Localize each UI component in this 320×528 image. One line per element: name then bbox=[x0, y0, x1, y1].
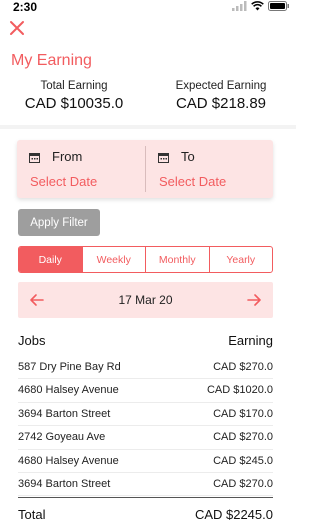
status-bar: 2:30 bbox=[0, 0, 296, 16]
table-header: Jobs Earning bbox=[18, 333, 273, 353]
table-row[interactable]: 587 Dry Pine Bay Rd CAD $270.0 bbox=[18, 356, 273, 380]
from-label: From bbox=[52, 149, 83, 164]
from-date-picker[interactable]: From Select Date bbox=[17, 140, 145, 198]
battery-icon bbox=[268, 1, 289, 11]
date-navigator: 17 Mar 20 bbox=[18, 282, 273, 318]
from-date-placeholder: Select Date bbox=[30, 174, 98, 189]
current-date: 17 Mar 20 bbox=[118, 293, 173, 307]
to-date-picker[interactable]: To Select Date bbox=[146, 140, 274, 198]
job-earning: CAD $270.0 bbox=[213, 431, 273, 444]
job-address: 587 Dry Pine Bay Rd bbox=[18, 361, 121, 373]
total-label: Total bbox=[18, 507, 46, 522]
wifi-icon bbox=[251, 1, 264, 11]
apply-filter-button[interactable]: Apply Filter bbox=[18, 209, 100, 236]
tab-monthly[interactable]: Monthly bbox=[145, 247, 209, 272]
status-icons bbox=[232, 1, 290, 11]
table-row[interactable]: 4680 Halsey Avenue CAD $245.0 bbox=[18, 450, 273, 473]
earnings-table: 587 Dry Pine Bay Rd CAD $270.0 4680 Hals… bbox=[18, 356, 273, 497]
summary-divider bbox=[0, 125, 296, 129]
table-row[interactable]: 3694 Barton Street CAD $170.0 bbox=[18, 403, 273, 427]
total-earning-label: Total Earning bbox=[40, 80, 108, 92]
table-row[interactable]: 3694 Barton Street CAD $270.0 bbox=[18, 473, 273, 497]
job-address: 3694 Barton Street bbox=[18, 477, 111, 490]
job-earning: CAD $170.0 bbox=[213, 407, 273, 420]
total-row: Total CAD $2245.0 bbox=[18, 507, 273, 527]
job-address: 4680 Halsey Avenue bbox=[18, 384, 119, 397]
job-address: 3694 Barton Street bbox=[18, 407, 111, 420]
total-earning-value: CAD $10035.0 bbox=[24, 95, 124, 112]
arrow-right-icon[interactable] bbox=[246, 292, 262, 308]
to-date-placeholder: Select Date bbox=[159, 174, 227, 189]
table-row[interactable]: 2742 Goyeau Ave CAD $270.0 bbox=[18, 426, 273, 450]
job-earning: CAD $1020.0 bbox=[206, 384, 273, 397]
jobs-column-header: Jobs bbox=[18, 333, 46, 348]
job-earning: CAD $245.0 bbox=[213, 454, 273, 467]
close-icon[interactable] bbox=[9, 20, 25, 36]
job-address: 2742 Goyeau Ave bbox=[18, 431, 106, 444]
expected-earning: Expected Earning CAD $218.89 bbox=[164, 80, 278, 112]
date-range-filter: From Select Date To Select Date bbox=[17, 140, 273, 198]
total-earning: Total Earning CAD $10035.0 bbox=[18, 80, 130, 112]
job-address: 4680 Halsey Avenue bbox=[18, 454, 119, 467]
tab-daily[interactable]: Daily bbox=[19, 247, 82, 272]
to-label: To bbox=[181, 149, 195, 164]
earning-column-header: Earning bbox=[228, 333, 273, 348]
tab-yearly[interactable]: Yearly bbox=[208, 247, 273, 272]
calendar-icon bbox=[29, 153, 40, 163]
job-earning: CAD $270.0 bbox=[213, 477, 273, 490]
table-row[interactable]: 4680 Halsey Avenue CAD $1020.0 bbox=[18, 379, 273, 403]
signal-icon bbox=[232, 1, 247, 11]
page-title: My Earning bbox=[11, 52, 92, 69]
calendar-icon bbox=[158, 153, 169, 163]
total-divider bbox=[18, 497, 273, 498]
tab-weekly[interactable]: Weekly bbox=[81, 247, 146, 272]
period-tabs: Daily Weekly Monthly Yearly bbox=[18, 246, 273, 273]
earning-summary: Total Earning CAD $10035.0 Expected Earn… bbox=[0, 80, 296, 122]
total-value: CAD $2245.0 bbox=[194, 507, 273, 522]
expected-earning-label: Expected Earning bbox=[175, 80, 267, 92]
status-time: 2:30 bbox=[13, 0, 38, 14]
expected-earning-value: CAD $218.89 bbox=[175, 95, 267, 112]
job-earning: CAD $270.0 bbox=[213, 361, 273, 373]
